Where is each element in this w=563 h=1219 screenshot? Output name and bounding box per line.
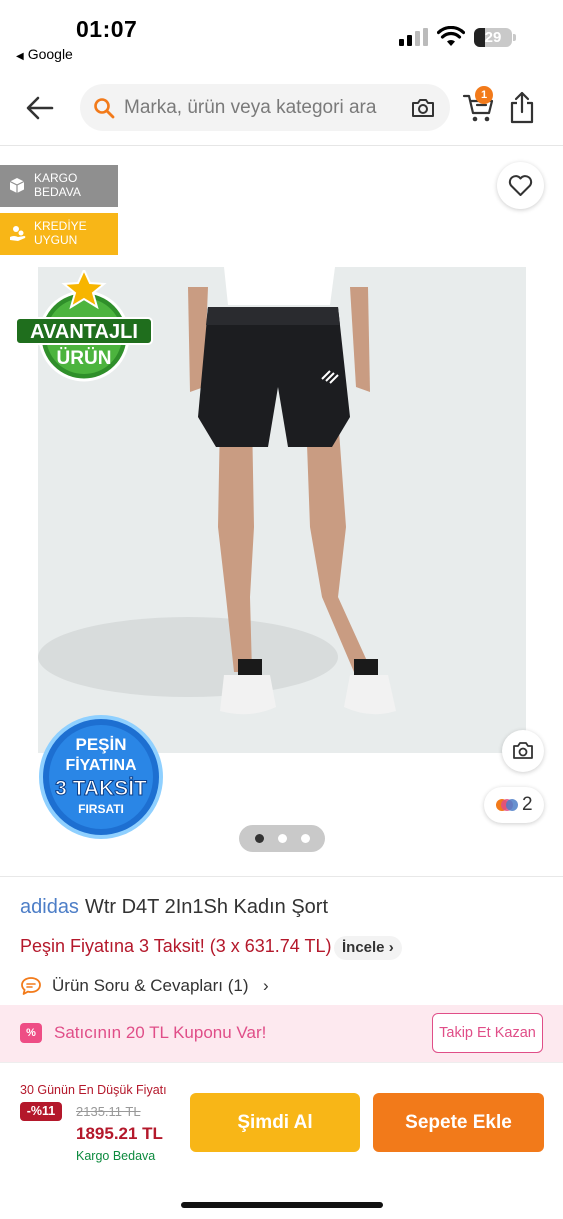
brand-link[interactable]: adidas bbox=[20, 896, 79, 918]
search-input[interactable] bbox=[124, 90, 404, 125]
product-title: adidas Wtr D4T 2In1Sh Kadın Şort bbox=[20, 896, 328, 919]
top-navigation bbox=[0, 70, 563, 146]
review-installment-button[interactable]: İncele › bbox=[334, 936, 402, 960]
divider bbox=[0, 876, 563, 877]
battery-level: 29 bbox=[484, 29, 502, 46]
back-arrow-icon[interactable] bbox=[22, 90, 58, 126]
visual-search-button[interactable] bbox=[502, 730, 544, 772]
incele-label: İncele bbox=[342, 939, 385, 956]
home-indicator[interactable] bbox=[181, 1202, 383, 1208]
camera-icon bbox=[513, 742, 533, 759]
installment-offer: Peşin Fiyatına 3 Taksit! (3 x 631.74 TL) bbox=[20, 936, 332, 956]
box-icon bbox=[9, 178, 25, 193]
coupon-text: Satıcının 20 TL Kuponu Var! bbox=[54, 1023, 267, 1042]
hand-coins-icon bbox=[10, 226, 26, 241]
pager-dot-1[interactable] bbox=[255, 834, 264, 843]
chat-bubble-icon bbox=[21, 977, 41, 995]
discount-badge: -%11 bbox=[20, 1102, 62, 1121]
add-to-cart-button[interactable]: Sepete Ekle bbox=[373, 1093, 544, 1152]
back-app-label: Google bbox=[27, 46, 73, 62]
sticker-line-d: FIRSATI bbox=[78, 802, 124, 816]
back-to-app-link[interactable]: ◀ Google bbox=[16, 46, 73, 62]
status-time: 01:07 bbox=[76, 16, 138, 42]
sticker-line-c: 3 TAKSİT bbox=[55, 777, 147, 800]
color-count: 2 bbox=[522, 794, 533, 815]
color-swatches-icon bbox=[496, 799, 518, 811]
credit-eligible-badge: KREDİYE UYGUN bbox=[0, 213, 118, 255]
share-icon[interactable] bbox=[508, 90, 536, 124]
chevron-right-icon: › bbox=[263, 976, 269, 995]
pager-dot-3[interactable] bbox=[301, 834, 310, 843]
sticker-line-1: AVANTAJLI bbox=[30, 321, 138, 343]
status-bar: 01:07 ◀ Google 29 bbox=[0, 0, 563, 70]
buy-now-button[interactable]: Şimdi Al bbox=[190, 1093, 360, 1152]
camera-icon[interactable] bbox=[410, 96, 436, 120]
search-bar[interactable] bbox=[80, 84, 450, 131]
search-icon bbox=[94, 98, 115, 119]
sticker-line-b: FİYATINA bbox=[65, 756, 137, 774]
battery-icon: 29 bbox=[474, 28, 516, 47]
favorite-button[interactable] bbox=[497, 162, 544, 209]
color-options-button[interactable]: 2 bbox=[484, 787, 544, 823]
product-name: Wtr D4T 2In1Sh Kadın Şort bbox=[84, 896, 329, 918]
old-price: 2135.11 TL bbox=[76, 1104, 141, 1119]
cart-count-badge: 1 bbox=[475, 86, 493, 104]
follow-and-earn-button[interactable]: Takip Et Kazan bbox=[432, 1013, 543, 1053]
advantage-product-sticker: AVANTAJLI ÜRÜN bbox=[15, 270, 153, 382]
qa-label: Ürün Soru & Cevapları (1) bbox=[52, 976, 249, 995]
free-shipping-label: KARGO BEDAVA bbox=[34, 171, 81, 199]
cellular-signal-icon bbox=[399, 28, 429, 46]
chevron-right-icon: › bbox=[388, 939, 394, 956]
back-triangle-icon: ◀ bbox=[16, 51, 24, 62]
current-price: 1895.21 TL bbox=[76, 1124, 163, 1143]
wifi-icon bbox=[437, 26, 465, 46]
free-shipping-badge: KARGO BEDAVA bbox=[0, 165, 118, 207]
coupon-icon: % bbox=[20, 1023, 42, 1043]
lowest-price-label: 30 Günün En Düşük Fiyatı bbox=[20, 1083, 167, 1097]
pager-dot-2[interactable] bbox=[278, 834, 287, 843]
credit-eligible-label: KREDİYE UYGUN bbox=[34, 219, 87, 247]
sticker-line-2: ÜRÜN bbox=[57, 348, 112, 369]
installment-campaign-sticker: PEŞİN FİYATINA 3 TAKSİT FIRSATI bbox=[39, 715, 163, 839]
image-pager[interactable] bbox=[239, 825, 325, 852]
heart-icon bbox=[508, 175, 533, 196]
free-shipping-text: Kargo Bedava bbox=[76, 1149, 156, 1163]
sticker-line-a: PEŞİN bbox=[75, 735, 126, 754]
